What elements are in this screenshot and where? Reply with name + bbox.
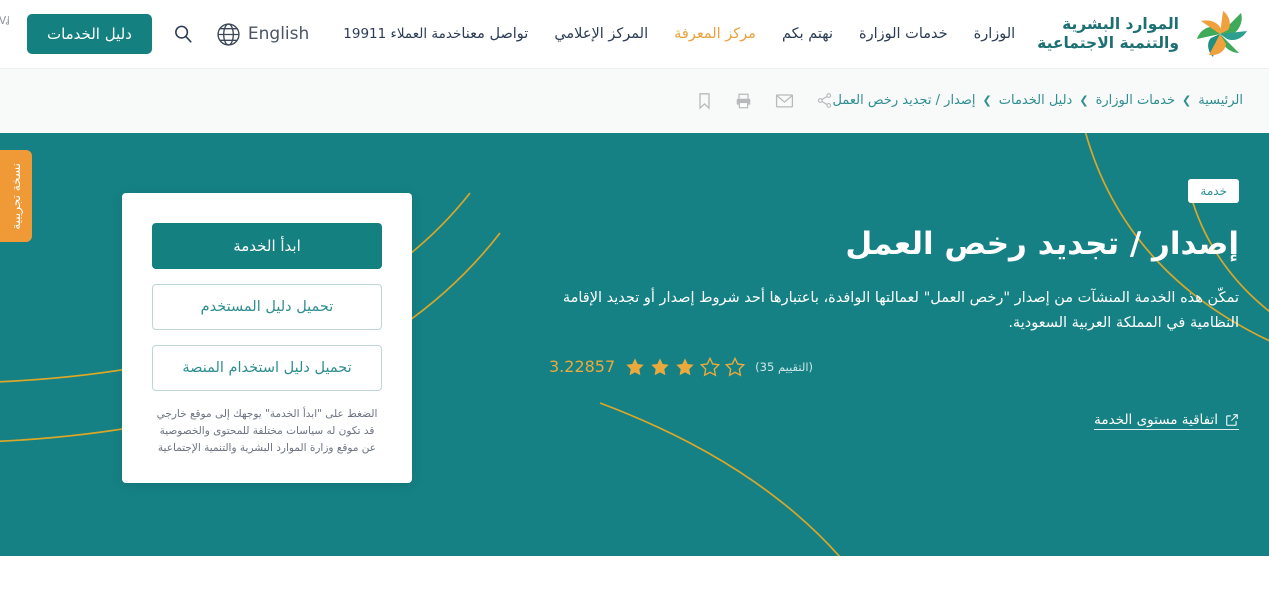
- breadcrumb-item-services-guide[interactable]: دليل الخدمات: [999, 93, 1073, 108]
- nav-item-knowledge-center[interactable]: مركز المعرفة: [674, 26, 756, 42]
- rating-score: 3.22857: [549, 357, 616, 377]
- language-switcher[interactable]: English: [216, 22, 309, 47]
- vision-2030-logo-icon: VISION رؤية 2 30 المملكة العربية السعودي…: [0, 15, 9, 28]
- svg-text:رؤية: رؤية: [5, 15, 9, 28]
- header-utilities: خدمة العملاء 19911 English دليل الخدمات …: [0, 11, 461, 57]
- start-service-button[interactable]: ابدأ الخدمة: [152, 223, 382, 269]
- services-guide-button[interactable]: دليل الخدمات: [26, 14, 152, 54]
- language-label: English: [247, 24, 310, 44]
- service-description: تمكّن هذه الخدمة المنشآت من إصدار "رخص ا…: [562, 289, 1239, 331]
- print-icon[interactable]: [734, 92, 753, 110]
- rating-stars[interactable]: [624, 356, 746, 378]
- star-icon-empty: [724, 356, 746, 377]
- email-icon[interactable]: [775, 92, 794, 109]
- beta-version-tab[interactable]: نسخة تجريبية: [0, 150, 32, 242]
- main-navigation: الوزارة خدمات الوزارة نهتم بكم مركز المع…: [461, 26, 1015, 42]
- page-action-icons: [697, 92, 833, 110]
- nav-item-contact-us[interactable]: تواصل معنا: [461, 26, 528, 42]
- bookmark-icon[interactable]: [697, 92, 712, 110]
- ministry-name-line2: والتنمية الاجتماعية: [1037, 34, 1179, 52]
- breadcrumb-separator: ❯: [1079, 94, 1089, 107]
- ministry-name-line1: الموارد البشرية: [1062, 15, 1179, 34]
- service-type-badge: خدمة: [1188, 179, 1239, 203]
- ministry-brand[interactable]: الموارد البشرية والتنمية الاجتماعية: [1037, 9, 1269, 59]
- breadcrumb-item-ministry-services[interactable]: خدمات الوزارة: [1096, 93, 1175, 108]
- breadcrumb: الرئيسية ❯ خدمات الوزارة ❯ دليل الخدمات …: [833, 93, 1269, 108]
- breadcrumb-bar: الرئيسية ❯ خدمات الوزارة ❯ دليل الخدمات …: [0, 68, 1269, 132]
- breadcrumb-separator: ❯: [982, 94, 992, 107]
- nav-item-ministry-services[interactable]: خدمات الوزارة: [859, 26, 948, 42]
- search-button[interactable]: [172, 23, 194, 45]
- service-rating: (التقييم 35) 3.22857: [549, 356, 1239, 378]
- sla-link-label: اتفاقية مستوى الخدمة: [1094, 411, 1218, 428]
- star-icon-filled: [626, 358, 644, 375]
- share-icon[interactable]: [816, 92, 833, 109]
- ministry-logo-icon: [1197, 11, 1247, 57]
- search-icon: [174, 25, 192, 43]
- star-icon-filled: [676, 358, 694, 375]
- nav-item-media-center[interactable]: المركز الإعلامي: [554, 26, 648, 42]
- breadcrumb-current-page: إصدار / تجديد رخص العمل: [832, 93, 976, 108]
- sla-link[interactable]: اتفاقية مستوى الخدمة: [1094, 412, 1239, 430]
- star-icon-filled: [651, 358, 669, 375]
- rating-count: (التقييم 35): [755, 359, 814, 374]
- ministry-name: الموارد البشرية والتنمية الاجتماعية: [1037, 15, 1179, 53]
- service-action-card: ابدأ الخدمة تحميل دليل المستخدم تحميل دل…: [122, 193, 412, 483]
- nav-item-ministry[interactable]: الوزارة: [974, 26, 1016, 42]
- hero-content: خدمة إصدار / تجديد رخص العمل تمكّن هذه ا…: [549, 179, 1239, 431]
- globe-icon: [217, 22, 240, 46]
- download-user-guide-button[interactable]: تحميل دليل المستخدم: [152, 284, 382, 330]
- beta-version-label: نسخة تجريبية: [9, 162, 23, 230]
- download-platform-guide-button[interactable]: تحميل دليل استخدام المنصة: [152, 345, 382, 391]
- nav-item-we-care[interactable]: نهتم بكم: [782, 26, 833, 42]
- star-icon-empty: [699, 356, 721, 377]
- breadcrumb-separator: ❯: [1182, 94, 1192, 107]
- breadcrumb-item-home[interactable]: الرئيسية: [1198, 93, 1243, 108]
- customer-service-number[interactable]: خدمة العملاء 19911: [343, 26, 461, 42]
- external-site-disclaimer: الضغط على "ابدأ الخدمة" يوجهك إلى موقع خ…: [156, 408, 378, 454]
- site-header: الموارد البشرية والتنمية الاجتماعية الوز…: [0, 0, 1269, 68]
- external-link-icon: [1226, 413, 1238, 426]
- page-title: إصدار / تجديد رخص العمل: [845, 226, 1239, 262]
